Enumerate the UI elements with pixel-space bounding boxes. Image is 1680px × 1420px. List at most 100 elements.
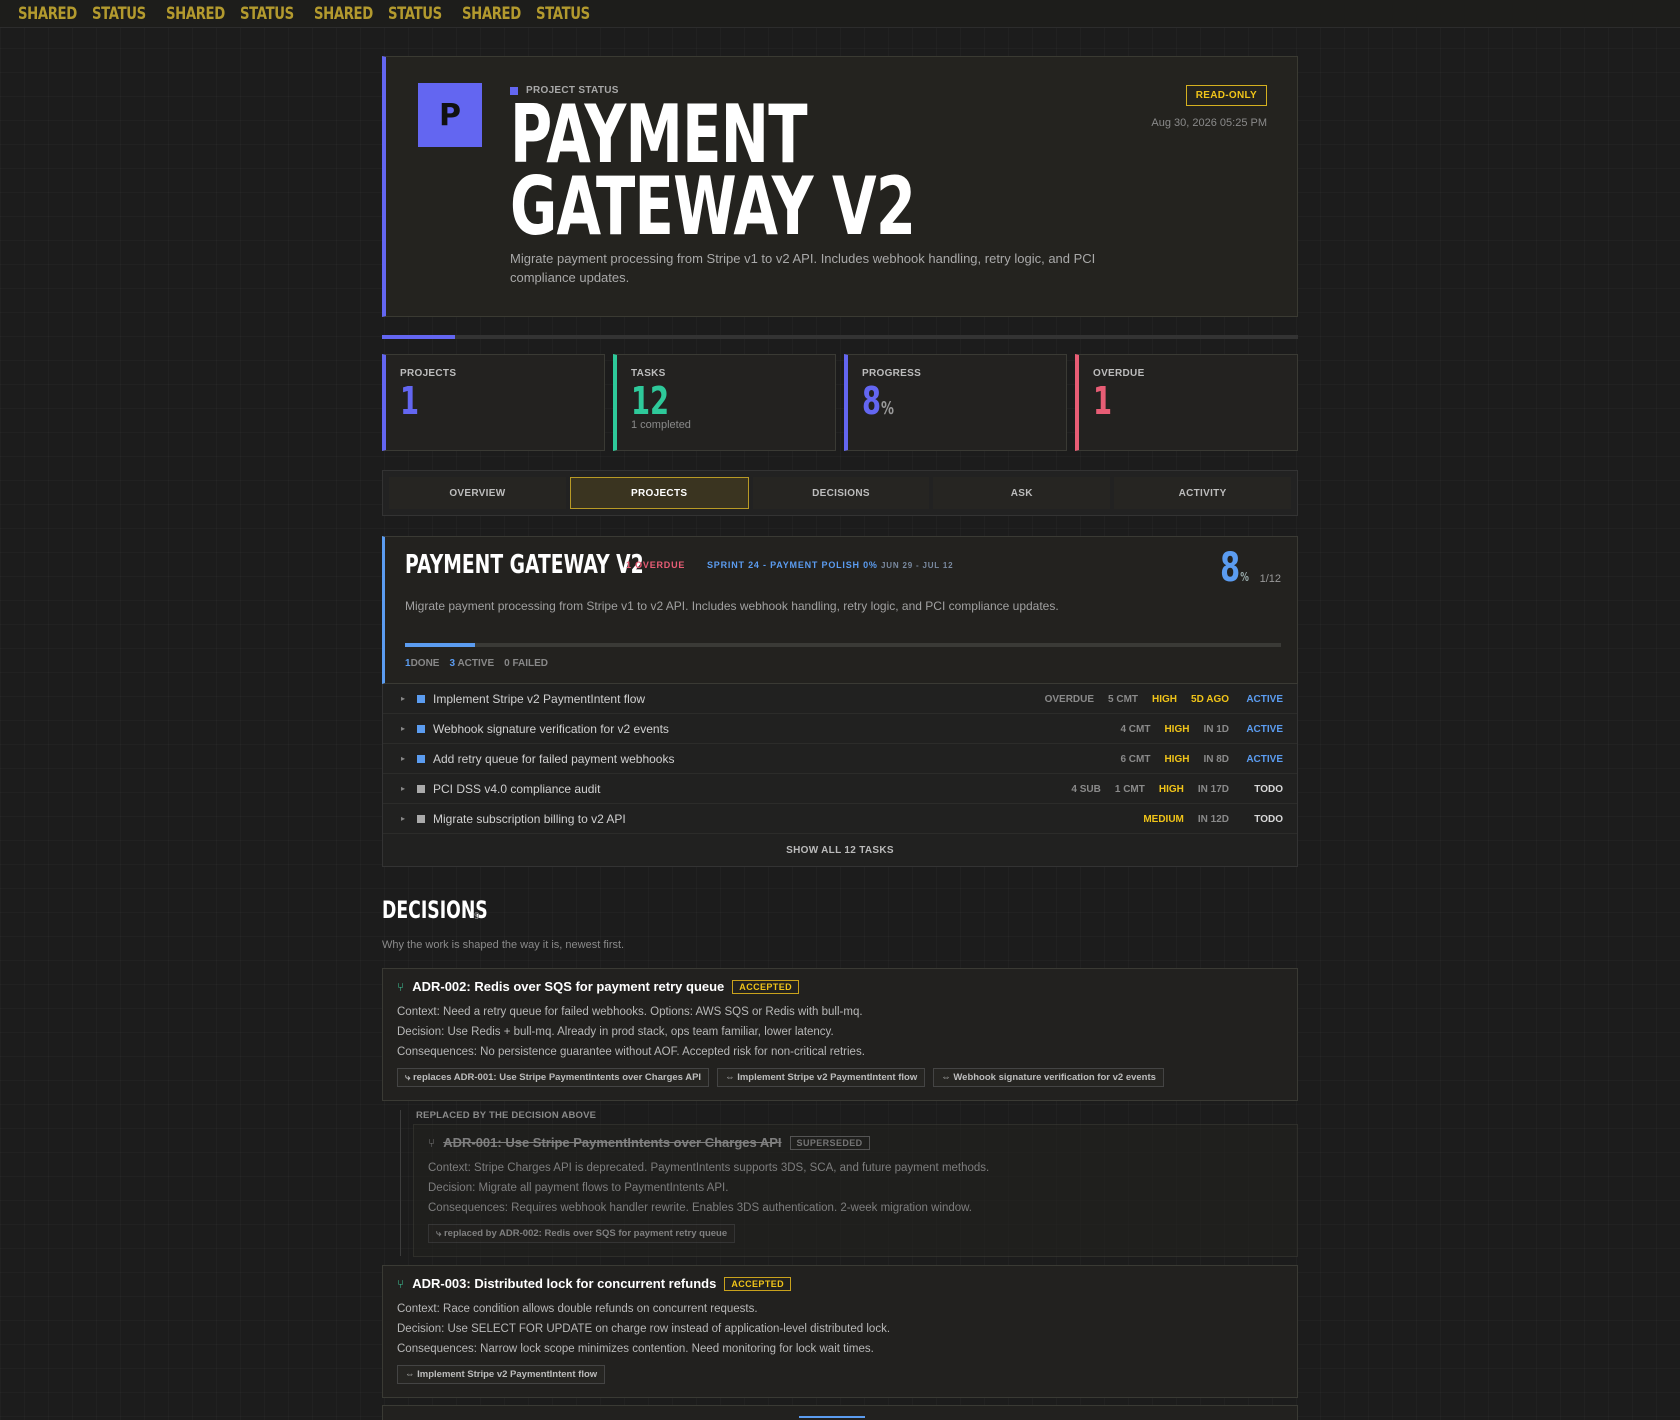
percent-unit: % — [1240, 570, 1249, 584]
stat-label: TASKS — [631, 368, 666, 379]
replaced-divider — [400, 1110, 401, 1256]
task-meta-item: 1 CMT — [1114, 783, 1145, 795]
task-title: Migrate subscription billing to v2 API — [433, 811, 626, 826]
project-hero: P PROJECT STATUS PAYMENT GATEWAY V2 Migr… — [382, 56, 1298, 317]
status-square-icon — [417, 754, 425, 763]
decision-title: ADR-001: Use Stripe PaymentIntents over … — [443, 1135, 782, 1150]
expand-caret-icon[interactable]: ▸ — [401, 784, 417, 793]
failed-count: 0 FAILED — [504, 658, 549, 669]
tab-overview[interactable]: OVERVIEW — [389, 477, 566, 509]
tab-projects[interactable]: PROJECTS — [569, 477, 749, 509]
status-badge: SUPERSEDED — [789, 1135, 870, 1150]
task-meta-item: IN 1D — [1203, 723, 1229, 735]
task-title: Add retry queue for failed payment webho… — [433, 751, 675, 766]
task-row[interactable]: ▸ Add retry queue for failed payment webh… — [383, 744, 1297, 774]
stat-value: 8% — [862, 381, 894, 429]
stat-projects: PROJECTS 1 — [382, 354, 605, 451]
status-square-icon — [417, 784, 425, 793]
tab-activity[interactable]: ACTIVITY — [1114, 477, 1291, 509]
task-link-chip[interactable]: ⇔ Implement Stripe v2 PaymentIntent flow — [397, 1365, 606, 1384]
task-meta: 4 SUB 1 CMT HIGH IN 17D TODO — [1071, 774, 1283, 804]
project-card[interactable]: PAYMENT GATEWAY V2 1 OVERDUE SPRINT 24 -… — [382, 536, 1298, 684]
task-meta: 6 CMT HIGH IN 8D ACTIVE — [1120, 744, 1283, 774]
branch-icon: ⑂ — [397, 1276, 405, 1291]
read-only-badge: READ-ONLY — [1185, 85, 1267, 106]
task-meta-item: IN 12D — [1197, 813, 1229, 825]
task-row[interactable]: ▸ Migrate subscription billing to v2 API M… — [383, 804, 1297, 834]
expand-caret-icon[interactable]: ▸ — [401, 694, 417, 703]
expand-caret-icon[interactable]: ▸ — [401, 754, 417, 763]
timestamp: Aug 30, 2026 05:25 PM — [1151, 117, 1267, 129]
task-meta-item: ACTIVE — [1246, 723, 1283, 735]
decision-card[interactable]: ⑂ ADR-003: Distributed lock for concurren… — [382, 1265, 1298, 1398]
marquee-text: STATUS — [388, 3, 442, 24]
decision-links: ⇔ Implement Stripe v2 PaymentIntent flow — [397, 1365, 1283, 1384]
show-all-tasks-button[interactable]: SHOW ALL 12 TASKS — [383, 834, 1297, 866]
decision-links: ⤷ replaced by ADR-002: Redis over SQS fo… — [428, 1224, 1283, 1243]
tab-decisions[interactable]: DECISIONS — [752, 477, 930, 509]
progress-fill — [382, 335, 456, 339]
stat-value: 1 — [1093, 379, 1113, 423]
decisions-count: 9 — [474, 911, 480, 922]
project-description: Migrate payment processing from Stripe v… — [405, 599, 1059, 613]
replaced-by-link-chip[interactable]: ⤷ replaced by ADR-002: Redis over SQS fo… — [428, 1224, 736, 1243]
stat-value: 12 — [631, 379, 670, 423]
next-decision-card[interactable] — [382, 1405, 1298, 1420]
sprint-dates: JUN 29 - JUL 12 — [881, 561, 954, 570]
decision-context: Context: Stripe Charges API is deprecate… — [428, 1162, 990, 1174]
expand-caret-icon[interactable]: ▸ — [401, 724, 417, 733]
task-title: Webhook signature verification for v2 ev… — [433, 721, 669, 736]
task-title: PCI DSS v4.0 compliance audit — [433, 781, 601, 796]
task-title: Implement Stripe v2 PaymentIntent flow — [433, 691, 646, 706]
decision-decision: Decision: Use Redis + bull-mq. Already i… — [397, 1026, 834, 1038]
percent-value: 8 — [1220, 545, 1241, 591]
task-meta-item: 5D AGO — [1191, 693, 1229, 705]
decision-context: Context: Need a retry queue for failed w… — [397, 1006, 863, 1018]
stat-unit: % — [881, 398, 895, 419]
task-meta-item: HIGH — [1158, 783, 1184, 795]
task-row[interactable]: ▸ Webhook signature verification for v2 e… — [383, 714, 1297, 744]
marquee-text: SHARED — [18, 3, 77, 24]
superseded-decision-card[interactable]: ⑂ ADR-001: Use Stripe PaymentIntents over… — [413, 1124, 1298, 1257]
decision-context: Context: Race condition allows double re… — [397, 1303, 758, 1315]
marquee-text: STATUS — [240, 3, 294, 24]
task-link-chip[interactable]: ⇔ Webhook signature verification for v2 … — [933, 1068, 1164, 1087]
expand-caret-icon[interactable]: ▸ — [401, 814, 417, 823]
decision-card[interactable]: ⑂ ADR-002: Redis over SQS for payment ret… — [382, 968, 1298, 1101]
stat-tasks: TASKS 12 1 completed — [613, 354, 836, 451]
status-square-icon — [417, 694, 425, 703]
task-meta-item: 5 CMT — [1108, 693, 1139, 705]
task-meta-item: IN 8D — [1203, 753, 1229, 765]
marquee-text: SHARED — [314, 3, 373, 24]
active-count: 3 ACTIVE — [449, 658, 495, 669]
task-counts: 1DONE 3 ACTIVE 0 FAILED — [405, 658, 548, 669]
task-link-chip[interactable]: ⇔ Implement Stripe v2 PaymentIntent flow — [717, 1068, 926, 1087]
replaced-label: REPLACED BY THE DECISION ABOVE — [416, 1110, 597, 1121]
page-title: PAYMENT GATEWAY V2 — [510, 88, 916, 253]
marquee-text: SHARED — [462, 3, 521, 24]
task-meta-item: ACTIVE — [1246, 753, 1283, 765]
marquee-text: STATUS — [536, 3, 590, 24]
decision-consequences: Consequences: No persistence guarantee w… — [397, 1046, 865, 1058]
replaces-link-chip[interactable]: ⤷ replaces ADR-001: Use Stripe PaymentIn… — [397, 1068, 710, 1087]
stat-progress: PROGRESS 8% — [844, 354, 1067, 451]
task-list: ▸ Implement Stripe v2 PaymentIntent flow O… — [382, 684, 1298, 867]
project-progress-bar — [405, 643, 1281, 647]
marquee-text: STATUS — [92, 3, 146, 24]
task-row[interactable]: ▸ PCI DSS v4.0 compliance audit 4 SUB 1 CMT… — [383, 774, 1297, 804]
decision-decision: Decision: Migrate all payment flows to P… — [428, 1182, 729, 1194]
decision-links: ⤷ replaces ADR-001: Use Stripe PaymentIn… — [397, 1068, 1283, 1087]
sprint-label: SPRINT 24 - PAYMENT POLISH 0% JUN 29 - J… — [707, 560, 953, 570]
decision-decision: Decision: Use SELECT FOR UPDATE on charg… — [397, 1323, 891, 1335]
overdue-badge: 1 OVERDUE — [626, 560, 686, 570]
task-row[interactable]: ▸ Implement Stripe v2 PaymentIntent flow O… — [383, 684, 1297, 714]
tab-bar: OVERVIEW PROJECTS DECISIONS ASK ACTIVITY — [382, 470, 1298, 516]
card-accent — [799, 1416, 865, 1418]
task-meta: OVERDUE 5 CMT HIGH 5D AGO ACTIVE — [1045, 684, 1283, 714]
decision-title: ADR-003: Distributed lock for concurrent… — [412, 1276, 717, 1291]
decision-title: ADR-002: Redis over SQS for payment retr… — [412, 979, 725, 994]
stat-label: PROJECTS — [400, 368, 457, 379]
tab-ask[interactable]: ASK — [933, 477, 1111, 509]
stat-number: 8 — [862, 379, 882, 423]
decisions-subtitle: Why the work is shaped the way it is, ne… — [382, 939, 625, 951]
